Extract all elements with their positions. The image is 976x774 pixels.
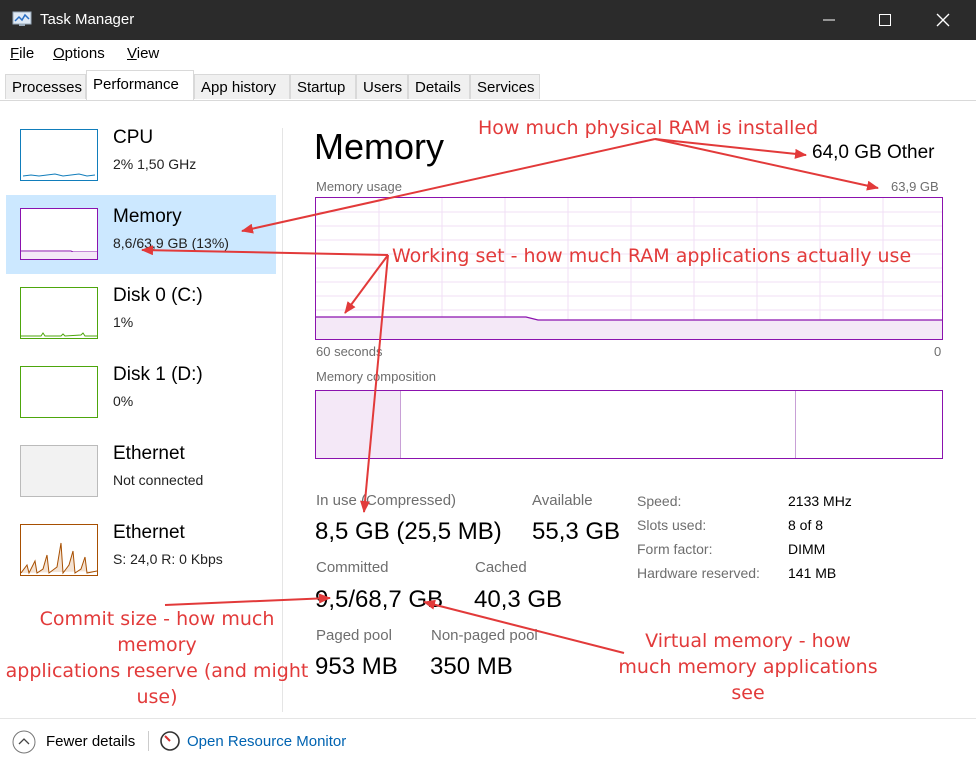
sidebar-item-name: Ethernet <box>113 522 185 543</box>
memory-sparkline <box>21 250 97 259</box>
cached-label: Cached <box>475 559 527 576</box>
annotation-commit-line: Commit size - how much memory <box>39 608 275 656</box>
slots-used-label: Slots used: <box>637 517 707 533</box>
minimize-icon <box>823 19 835 21</box>
non-paged-pool-value: 350 MB <box>430 653 513 680</box>
available-label: Available <box>532 492 593 509</box>
committed-value: 9,5/68,7 GB <box>315 586 444 613</box>
sidebar-item-detail: 0% <box>113 393 134 409</box>
menu-view[interactable]: View <box>127 45 159 62</box>
annotation-commit-line: applications reserve (and might <box>5 660 309 682</box>
memory-composition-label: Memory composition <box>316 369 436 384</box>
paged-pool-label: Paged pool <box>316 627 392 644</box>
committed-label: Committed <box>316 559 389 576</box>
tab-performance[interactable]: Performance <box>86 70 194 100</box>
tab-details[interactable]: Details <box>408 74 470 99</box>
total-memory: 64,0 GB Other <box>812 142 935 163</box>
close-icon <box>936 13 950 27</box>
menu-bar: File Options View <box>0 40 976 66</box>
annotation-commit-line: use) <box>136 686 178 708</box>
footer-divider <box>148 731 149 751</box>
annotation-ram-installed: How much physical RAM is installed <box>478 117 819 139</box>
window-title: Task Manager <box>40 11 135 28</box>
open-resource-monitor-link[interactable]: Open Resource Monitor <box>187 733 346 750</box>
annotation-virtual-line: much memory applications <box>618 656 878 678</box>
sidebar-item-name: CPU <box>113 127 154 148</box>
maximize-icon <box>879 14 891 26</box>
sidebar-item-name: Disk 0 (C:) <box>113 285 203 306</box>
composition-in-use <box>316 391 401 458</box>
cached-value: 40,3 GB <box>474 586 563 613</box>
ethernet2-sparkline <box>20 542 98 575</box>
speed-label: Speed: <box>637 493 682 509</box>
footer-bar: Fewer details Open Resource Monitor <box>0 718 976 774</box>
sidebar-item-name: Ethernet <box>113 443 185 464</box>
title-bar: Task Manager <box>0 0 976 40</box>
disk0-sparkline <box>21 332 97 337</box>
arrow-to-total <box>654 138 807 159</box>
memory-usage-max: 63,9 GB <box>891 179 939 194</box>
sidebar-item-cpu[interactable]: CPU 2% 1,50 GHz <box>6 116 276 195</box>
tab-strip: Processes Performance App history Startu… <box>0 66 976 101</box>
menu-file[interactable]: File <box>10 45 34 62</box>
in-use-label: In use (Compressed) <box>316 492 457 509</box>
composition-divider <box>795 391 796 458</box>
sidebar-item-memory[interactable]: Memory 8,6/63,9 GB (13%) <box>6 195 276 274</box>
sidebar-item-detail: 1% <box>113 314 134 330</box>
tab-app-history[interactable]: App history <box>194 74 290 99</box>
sidebar-item-detail: 8,6/63,9 GB (13%) <box>113 235 229 251</box>
tab-startup[interactable]: Startup <box>290 74 356 99</box>
sidebar-item-detail: Not connected <box>113 472 204 488</box>
disk0-thumbnail-graph <box>20 287 98 339</box>
tab-users[interactable]: Users <box>356 74 408 99</box>
tab-services[interactable]: Services <box>470 74 540 99</box>
maximize-button[interactable] <box>856 0 914 40</box>
minimize-button[interactable] <box>800 0 858 40</box>
form-factor-label: Form factor: <box>637 541 713 557</box>
ethernet1-thumbnail-graph <box>20 445 98 497</box>
speed-value: 2133 MHz <box>788 493 852 509</box>
graph-zero-label: 0 <box>934 344 942 359</box>
available-value: 55,3 GB <box>532 518 621 545</box>
fewer-details-label[interactable]: Fewer details <box>46 733 135 750</box>
sidebar-item-detail: S: 24,0 R: 0 Kbps <box>113 551 223 567</box>
sidebar-item-name: Disk 1 (D:) <box>113 364 203 385</box>
sidebar-item-disk-0[interactable]: Disk 0 (C:) 1% <box>6 274 276 353</box>
graph-time-label: 60 seconds <box>316 344 383 359</box>
sidebar-item-detail: 2% 1,50 GHz <box>113 156 197 172</box>
non-paged-pool-label: Non-paged pool <box>431 627 538 644</box>
slots-used-value: 8 of 8 <box>788 517 824 533</box>
chevron-up-icon <box>12 730 36 754</box>
annotation-virtual-line: Virtual memory - how <box>645 630 851 652</box>
cpu-sparkline <box>22 173 96 177</box>
sidebar-item-ethernet-1[interactable]: Ethernet Not connected <box>6 432 276 511</box>
annotation-virtual-line: see <box>731 682 765 704</box>
form-factor-value: DIMM <box>788 541 826 557</box>
sidebar-item-name: Memory <box>113 206 182 227</box>
annotation-commit-size: Commit size - how much memory applicatio… <box>2 606 312 710</box>
memory-composition-bar <box>315 390 943 459</box>
hardware-reserved-label: Hardware reserved: <box>637 565 760 581</box>
task-manager-icon <box>12 11 32 26</box>
page-title: Memory <box>314 126 445 167</box>
annotation-virtual-memory: Virtual memory - how much memory applica… <box>612 628 884 706</box>
menu-options[interactable]: Options <box>53 45 105 62</box>
paged-pool-value: 953 MB <box>315 653 398 680</box>
close-button[interactable] <box>914 0 972 40</box>
in-use-value: 8,5 GB (25,5 MB) <box>315 518 502 545</box>
fewer-details-button[interactable] <box>12 730 36 754</box>
cpu-thumbnail-graph <box>20 129 98 181</box>
ethernet2-thumbnail-graph <box>20 524 98 576</box>
disk1-thumbnail-graph <box>20 366 98 418</box>
sidebar-item-ethernet-2[interactable]: Ethernet S: 24,0 R: 0 Kbps <box>6 511 276 590</box>
annotation-working-set: Working set - how much RAM applications … <box>392 245 912 267</box>
hardware-reserved-value: 141 MB <box>788 565 837 581</box>
tab-processes[interactable]: Processes <box>5 74 86 99</box>
sidebar-item-disk-1[interactable]: Disk 1 (D:) 0% <box>6 353 276 432</box>
resource-monitor-icon <box>160 731 180 751</box>
memory-thumbnail-graph <box>20 208 98 260</box>
memory-usage-label: Memory usage <box>316 179 402 194</box>
